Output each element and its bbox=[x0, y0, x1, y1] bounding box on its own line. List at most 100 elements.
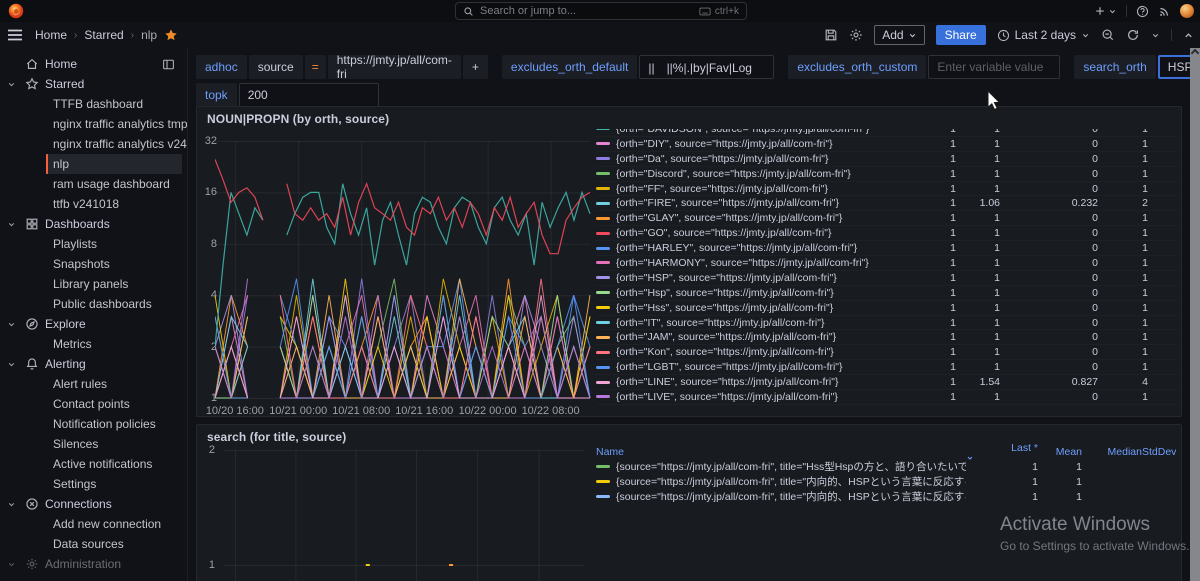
user-avatar[interactable] bbox=[1180, 4, 1194, 18]
chevron-down-icon[interactable] bbox=[0, 220, 22, 229]
dock-sidebar-icon[interactable] bbox=[162, 58, 175, 71]
sidebar-item-metrics[interactable]: Metrics bbox=[0, 334, 187, 354]
sidebar-item-nlp[interactable]: nlp bbox=[0, 154, 187, 174]
refresh-interval-dropdown[interactable] bbox=[1151, 31, 1160, 40]
legend-item[interactable]: {orth="FIRE", source="https://jmty.jp/al… bbox=[596, 196, 1178, 211]
sidebar-item-public-dashboards[interactable]: Public dashboards bbox=[0, 294, 187, 314]
legend-item[interactable]: {orth="IT", source="https://jmty.jp/all/… bbox=[596, 316, 1178, 331]
breadcrumb-home[interactable]: Home bbox=[35, 28, 67, 42]
chevron-down-icon[interactable] bbox=[0, 500, 22, 509]
sidebar-item-ttfb-v241018[interactable]: ttfb v241018 bbox=[0, 194, 187, 214]
sidebar-item-alerting[interactable]: Alerting bbox=[0, 354, 187, 374]
legend-column-stddev[interactable]: StdDev bbox=[1142, 446, 1176, 458]
chevron-down-icon[interactable] bbox=[0, 360, 22, 369]
timeseries-chart[interactable] bbox=[223, 450, 585, 581]
time-range-picker[interactable]: Last 2 days bbox=[997, 28, 1090, 42]
sidebar-item-snapshots[interactable]: Snapshots bbox=[0, 254, 187, 274]
legend-item[interactable]: {orth="LINE", source="https://jmty.jp/al… bbox=[596, 375, 1178, 390]
grafana-logo[interactable] bbox=[8, 3, 24, 19]
chevron-down-icon[interactable] bbox=[0, 320, 22, 329]
legend-item[interactable]: {orth="Kon", source="https://jmty.jp/all… bbox=[596, 345, 1178, 360]
refresh-icon[interactable] bbox=[1126, 28, 1140, 42]
help-icon[interactable] bbox=[1136, 5, 1149, 18]
sidebar-item-administration[interactable]: Administration bbox=[0, 554, 187, 574]
legend-item[interactable]: {orth="Hss", source="https://jmty.jp/all… bbox=[596, 301, 1178, 316]
legend-item[interactable]: {orth="HARLEY", source="https://jmty.jp/… bbox=[596, 241, 1178, 256]
legend-item[interactable]: {orth="HARMONY", source="https://jmty.jp… bbox=[596, 256, 1178, 271]
legend-item[interactable]: {orth="GLAY", source="https://jmty.jp/al… bbox=[596, 211, 1178, 226]
sidebar-item-silences[interactable]: Silences bbox=[0, 434, 187, 454]
legend-item[interactable]: {orth="Da", source="https://jmty.jp/all/… bbox=[596, 152, 1178, 167]
panel-title[interactable]: NOUN|PROPN (by orth, source) bbox=[207, 112, 389, 126]
breadcrumb-starred[interactable]: Starred bbox=[84, 28, 123, 42]
sidebar-item-nginx-traffic-analytics-tmp-c[interactable]: nginx traffic analytics tmp C... bbox=[0, 114, 187, 134]
search-input[interactable]: Search or jump to... ctrl+k bbox=[455, 2, 747, 20]
scroll-up-arrow-icon[interactable] bbox=[1190, 48, 1200, 58]
legend-item[interactable]: {orth="LIVE", source="https://jmty.jp/al… bbox=[596, 390, 1178, 405]
page-scrollbar[interactable] bbox=[1190, 48, 1200, 581]
share-button[interactable]: Share bbox=[935, 25, 986, 45]
legend-item[interactable]: {orth="DAVIDSON", source="https://jmty.j… bbox=[596, 129, 1178, 137]
sidebar-item-alert-rules[interactable]: Alert rules bbox=[0, 374, 187, 394]
chevron-down-icon[interactable] bbox=[0, 560, 22, 569]
sidebar-item-library-panels[interactable]: Library panels bbox=[0, 274, 187, 294]
topk-input[interactable]: 200 bbox=[238, 83, 379, 107]
legend-column-median[interactable]: Median bbox=[1082, 446, 1142, 458]
series-name: {orth="FIRE", source="https://jmty.jp/al… bbox=[616, 197, 840, 210]
menu-icon[interactable] bbox=[7, 29, 23, 41]
save-dashboard-icon[interactable] bbox=[824, 28, 838, 42]
sidebar-item-explore[interactable]: Explore bbox=[0, 314, 187, 334]
legend-item[interactable]: {orth="LGBT", source="https://jmty.jp/al… bbox=[596, 360, 1178, 375]
series-stat: 1 bbox=[994, 301, 1000, 314]
legend-item[interactable]: {orth="HSP", source="https://jmty.jp/all… bbox=[596, 271, 1178, 286]
dashboard-settings-icon[interactable] bbox=[849, 28, 863, 42]
excludes_orth_default-input[interactable]: || ||%|.|by|Fav|Log bbox=[639, 55, 775, 79]
sidebar-item-ttfb-dashboard[interactable]: TTFB dashboard bbox=[0, 94, 187, 114]
sidebar-item-nginx-traffic-analytics-v241015[interactable]: nginx traffic analytics v241015 bbox=[0, 134, 187, 154]
legend-item[interactable]: {source="https://jmty.jp/all/com-fri", t… bbox=[596, 459, 1176, 474]
legend-header: Name Last * Mean Median StdDev bbox=[596, 442, 1176, 462]
legend-item[interactable]: {orth="JAM", source="https://jmty.jp/all… bbox=[596, 330, 1178, 345]
adhoc-key[interactable]: source bbox=[248, 55, 303, 79]
y-axis-tick: 32 bbox=[204, 135, 217, 147]
legend-item[interactable]: {orth="Discord", source="https://jmty.jp… bbox=[596, 167, 1178, 182]
sidebar-item-dashboards[interactable]: Dashboards bbox=[0, 214, 187, 234]
sidebar-item-starred[interactable]: Starred bbox=[0, 74, 187, 94]
sidebar-item-active-notifications[interactable]: Active notifications bbox=[0, 454, 187, 474]
zoom-out-icon[interactable] bbox=[1101, 28, 1115, 42]
series-stat: 1 bbox=[1142, 301, 1148, 314]
adhoc-value[interactable]: https://jmty.jp/all/com-fri bbox=[327, 53, 461, 81]
adhoc-add-filter-button[interactable]: + bbox=[462, 55, 488, 79]
legend-item[interactable]: {orth="Hsp", source="https://jmty.jp/all… bbox=[596, 286, 1178, 301]
breadcrumb-current[interactable]: nlp bbox=[141, 28, 157, 42]
legend-item[interactable]: {source="https://jmty.jp/all/com-fri", t… bbox=[596, 474, 1176, 489]
sidebar-item-add-new-connection[interactable]: Add new connection bbox=[0, 514, 187, 534]
adhoc-operator[interactable]: = bbox=[304, 55, 326, 79]
legend-item[interactable]: {source="https://jmty.jp/all/com-fri", t… bbox=[596, 489, 1176, 504]
legend-column-last[interactable]: Last * bbox=[966, 442, 1038, 462]
excludes_orth_custom-input[interactable]: Enter variable value bbox=[928, 55, 1061, 79]
sidebar-item-playlists[interactable]: Playlists bbox=[0, 234, 187, 254]
x-axis-tick: 10/21 16:00 bbox=[395, 405, 454, 417]
sidebar-item-connections[interactable]: Connections bbox=[0, 494, 187, 514]
legend-column-mean[interactable]: Mean bbox=[1038, 446, 1082, 458]
timeseries-chart[interactable] bbox=[215, 141, 591, 399]
legend-item[interactable]: {orth="FF", source="https://jmty.jp/all/… bbox=[596, 182, 1178, 197]
series-color-dash bbox=[596, 201, 610, 205]
add-button[interactable]: Add bbox=[874, 25, 925, 45]
sidebar-item-data-sources[interactable]: Data sources bbox=[0, 534, 187, 554]
sidebar-item-ram-usage-dashboard[interactable]: ram usage dashboard bbox=[0, 174, 187, 194]
panel-title[interactable]: search (for title, source) bbox=[207, 430, 346, 444]
legend-item[interactable]: {orth="DIY", source="https://jmty.jp/all… bbox=[596, 137, 1178, 152]
sidebar-item-settings[interactable]: Settings bbox=[0, 474, 187, 494]
sidebar-item-home[interactable]: Home bbox=[0, 54, 187, 74]
favorite-star-icon[interactable] bbox=[164, 28, 178, 42]
sidebar-item-contact-points[interactable]: Contact points bbox=[0, 394, 187, 414]
news-icon[interactable] bbox=[1158, 5, 1171, 18]
legend-column-name[interactable]: Name bbox=[596, 446, 966, 458]
collapse-controls-icon[interactable] bbox=[1183, 30, 1194, 41]
chevron-down-icon[interactable] bbox=[0, 80, 22, 89]
legend-item[interactable]: {orth="GO", source="https://jmty.jp/all/… bbox=[596, 226, 1178, 241]
sidebar-item-notification-policies[interactable]: Notification policies bbox=[0, 414, 187, 434]
new-button[interactable] bbox=[1094, 5, 1117, 17]
